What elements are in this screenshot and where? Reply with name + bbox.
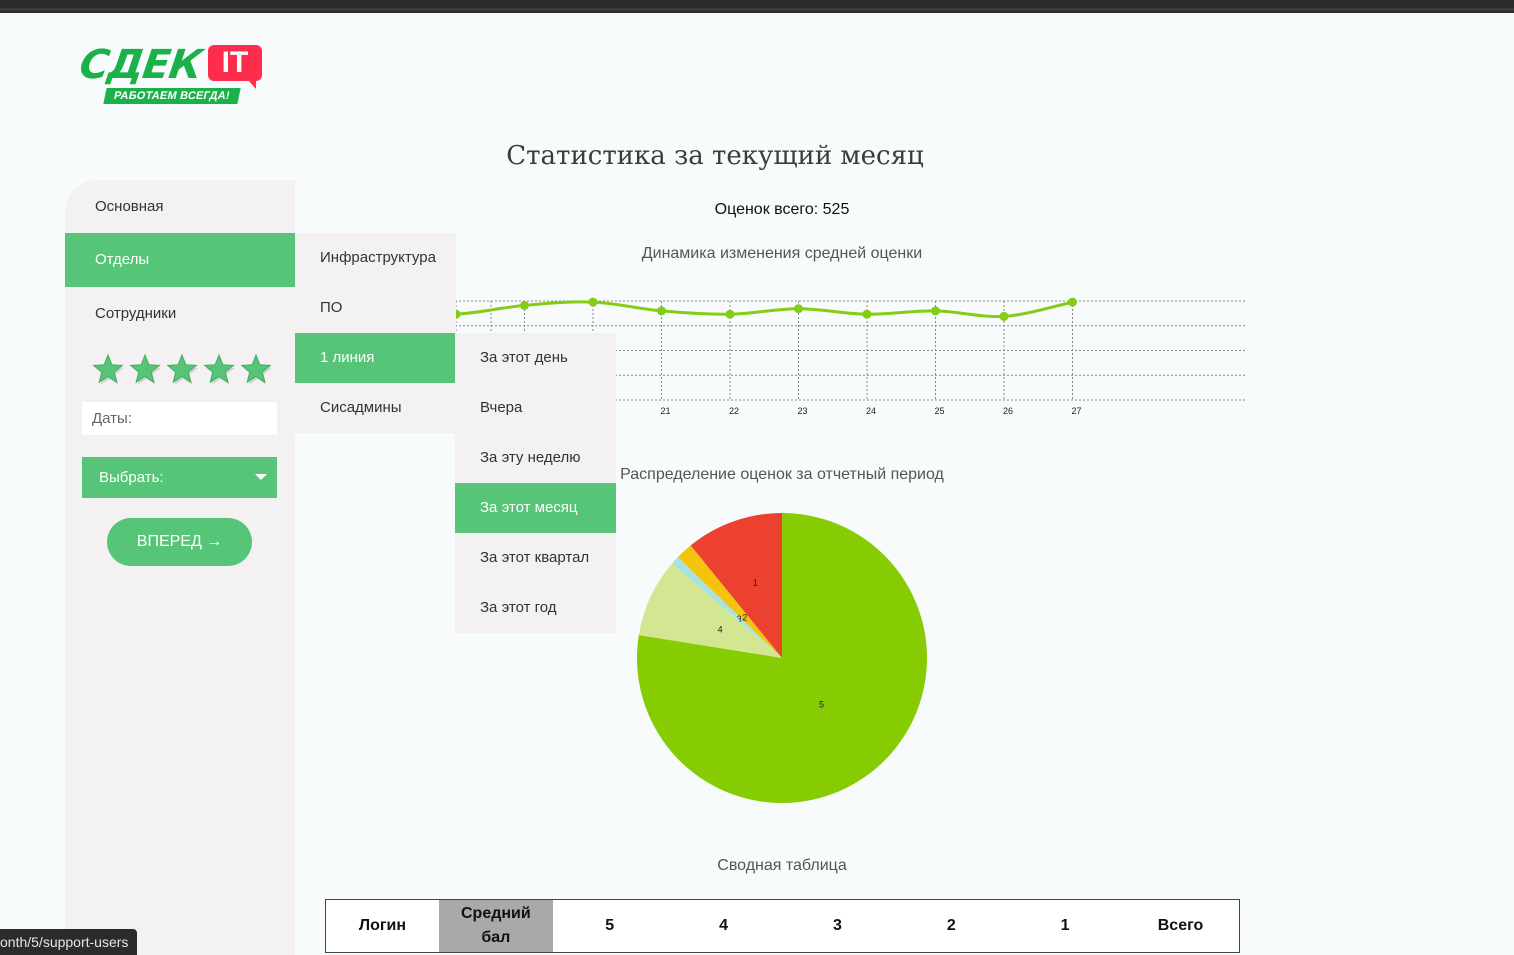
submenu-item-label: ПО	[320, 299, 343, 316]
departments-submenu: Инфраструктура ПО 1 линия Сисадмины	[295, 233, 456, 433]
period-item-label: За этот квартал	[480, 549, 590, 566]
pie-chart-title: Распределение оценок за отчетный период	[620, 466, 944, 483]
logo-it-badge: IT	[208, 45, 262, 89]
x-tick-label: 26	[1003, 406, 1013, 416]
submenu-item-sysadmins[interactable]: Сисадмины	[295, 383, 456, 433]
line-chart-title: Динамика изменения средней оценки	[641, 245, 923, 262]
period-item-label: За эту неделю	[480, 449, 581, 466]
pie-slice-label: 4	[718, 624, 723, 634]
table-title: Сводная таблица	[717, 857, 847, 874]
status-bar-url: onth/5/support-users	[0, 929, 138, 955]
sidebar-item-label: Основная	[95, 198, 164, 215]
x-tick-label: 21	[660, 406, 670, 416]
period-item-week[interactable]: За эту неделю	[455, 433, 616, 483]
submenu-item-software[interactable]: ПО	[295, 283, 456, 333]
caret-down-icon	[255, 474, 267, 480]
period-submenu: За этот день Вчера За эту неделю За этот…	[455, 333, 616, 633]
x-tick-label: 22	[729, 406, 739, 416]
sidebar-item-main[interactable]: Основная	[65, 180, 295, 234]
x-tick-label: 24	[866, 406, 876, 416]
total-ratings: Оценок всего: 525	[714, 201, 850, 218]
header-3[interactable]: 3	[780, 899, 895, 953]
submenu-item-first-line[interactable]: 1 линия	[295, 333, 456, 383]
line-chart-point	[999, 311, 1009, 321]
page-title: Статистика за текущий месяц	[506, 141, 924, 171]
line-chart-point	[520, 300, 529, 310]
browser-top-bar	[0, 0, 1514, 13]
sidebar-item-employees[interactable]: Сотрудники	[65, 287, 295, 341]
sidebar-item-label: Сотрудники	[95, 305, 177, 322]
line-chart-point	[657, 306, 666, 316]
submenu-item-label: Инфраструктура	[320, 249, 436, 266]
header-login[interactable]: Логин	[325, 899, 439, 953]
line-chart-point	[862, 309, 872, 319]
sidebar-item-label: Отделы	[95, 251, 150, 268]
go-forward-button[interactable]: ВПЕРЕД →	[107, 518, 252, 566]
line-chart-point	[588, 297, 598, 307]
x-tick-label: 25	[934, 406, 944, 416]
logo-slogan: РАБОТАЕМ ВСЕГДА!	[103, 88, 241, 104]
header-average[interactable]: Средний бал	[438, 899, 553, 953]
header-5[interactable]: 5	[552, 899, 667, 953]
x-tick-label: 27	[1071, 406, 1081, 416]
period-item-label: За этот год	[480, 599, 557, 616]
period-item-yesterday[interactable]: Вчера	[455, 383, 616, 433]
dates-input[interactable]	[82, 402, 277, 435]
sidebar: Основная Отделы Сотрудники Выбрать: ВПЕР…	[65, 180, 295, 955]
pie-slice-label: 5	[819, 699, 824, 709]
period-item-year[interactable]: За этот год	[455, 583, 616, 633]
submenu-item-infrastructure[interactable]: Инфраструктура	[295, 233, 456, 283]
period-item-month[interactable]: За этот месяц	[455, 483, 616, 533]
pie-slice-label: 1	[753, 578, 758, 588]
x-tick-label: 23	[797, 406, 807, 416]
logo-text: СДЕК	[76, 42, 205, 88]
line-chart-point	[725, 309, 735, 319]
ratings-pie-chart: 12345	[637, 513, 927, 803]
line-chart-point	[1068, 297, 1077, 307]
summary-table: Логин Средний бал 5 4 3 2 1 Всего	[325, 899, 1240, 953]
period-item-quarter[interactable]: За этот квартал	[455, 533, 616, 583]
header-2[interactable]: 2	[894, 899, 1009, 953]
sidebar-item-departments[interactable]: Отделы	[65, 233, 295, 287]
table-header-row: Логин Средний бал 5 4 3 2 1 Всего	[325, 899, 1240, 953]
cdek-it-logo[interactable]: СДЕК IT РАБОТАЕМ ВСЕГДА!	[76, 40, 270, 110]
period-item-label: За этот день	[480, 349, 568, 366]
select-label: Выбрать:	[99, 469, 164, 486]
line-chart-point	[931, 306, 940, 316]
header-1[interactable]: 1	[1008, 899, 1123, 953]
period-item-label: Вчера	[480, 399, 523, 416]
header-average-text: Средний бал	[461, 905, 531, 946]
submenu-item-label: Сисадмины	[320, 399, 402, 416]
header-total[interactable]: Всего	[1122, 899, 1240, 953]
period-item-today[interactable]: За этот день	[455, 333, 616, 383]
rating-stars[interactable]	[92, 350, 282, 390]
submenu-item-label: 1 линия	[320, 349, 375, 366]
header-4[interactable]: 4	[666, 899, 781, 953]
line-chart-point	[794, 304, 803, 314]
select-dropdown[interactable]: Выбрать:	[82, 457, 277, 498]
period-item-label: За этот месяц	[480, 499, 578, 516]
